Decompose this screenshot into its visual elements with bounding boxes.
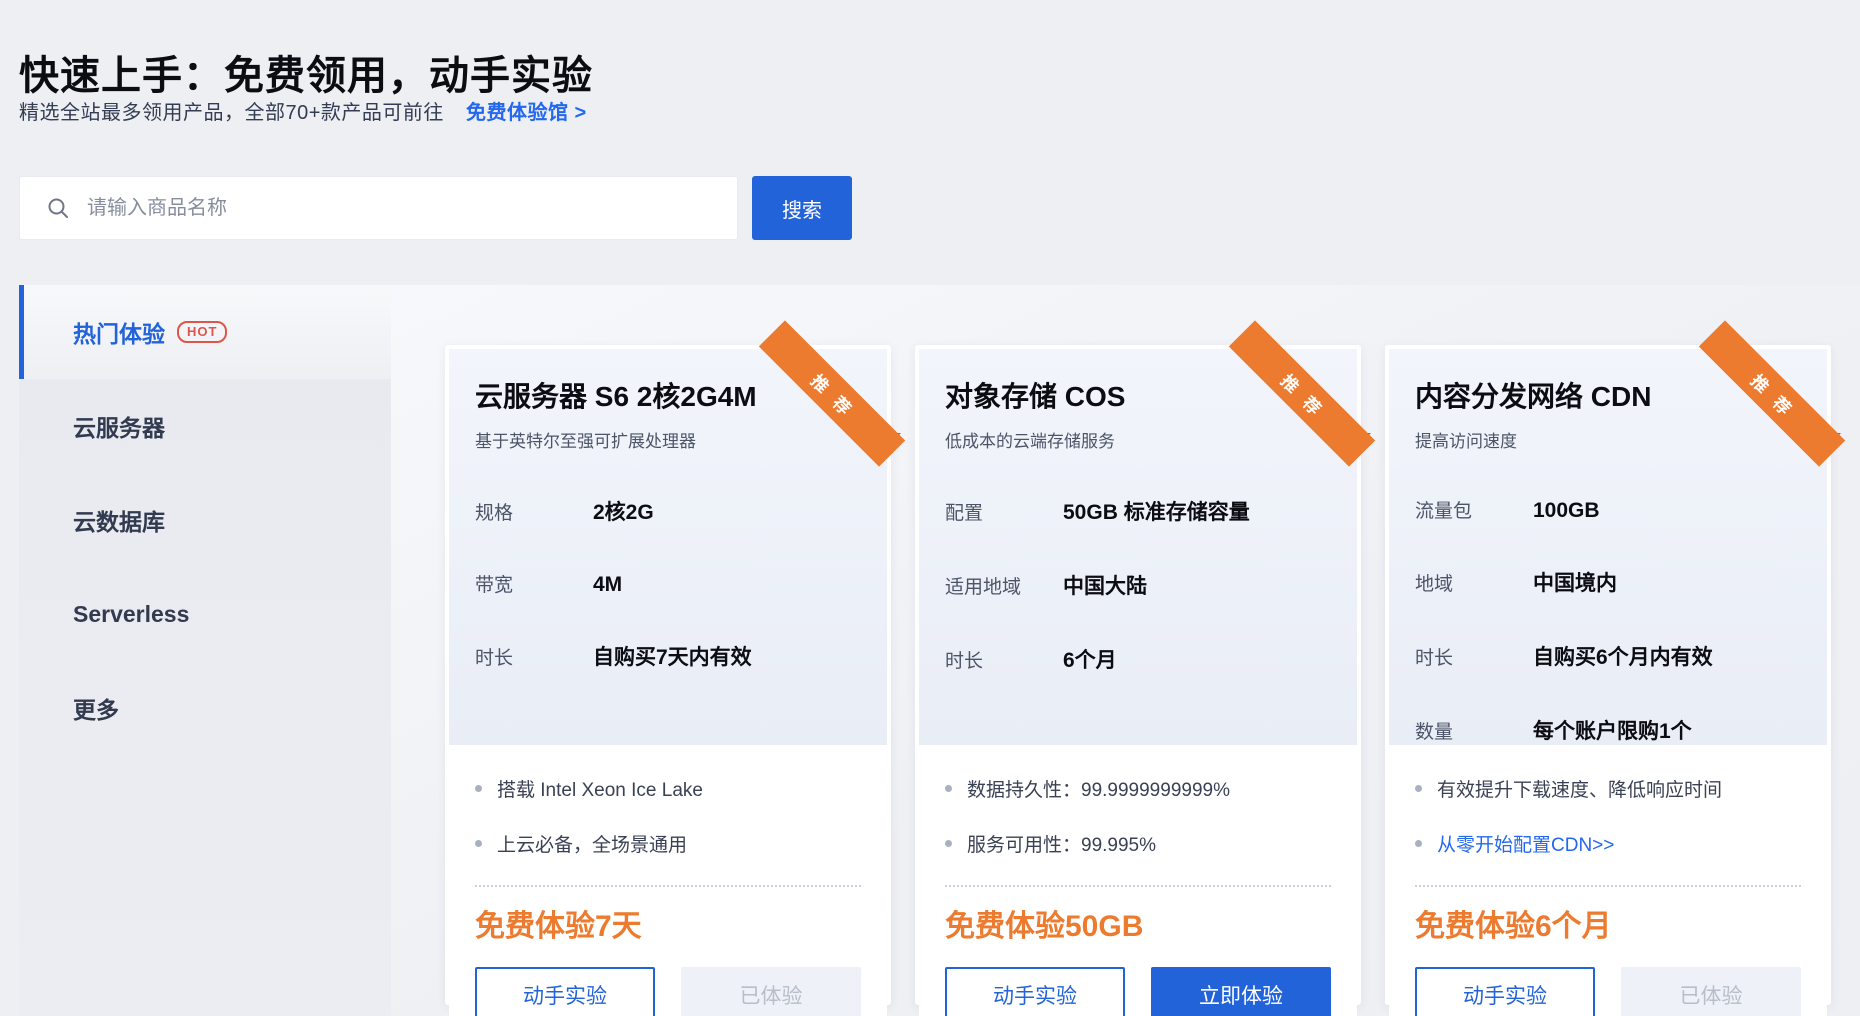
spec-label: 时长 xyxy=(1415,643,1533,670)
spec-row: 带宽 4M xyxy=(475,570,861,597)
product-card-cdn: 推荐 内容分发网络 CDN 提高访问速度 流量包 100GB 地域 中国境内 时… xyxy=(1385,345,1831,1005)
spec-row: 数量 每个账户限购1个 xyxy=(1415,715,1801,745)
hands-on-lab-button[interactable]: 动手实验 xyxy=(475,967,655,1016)
card-body: 数据持久性：99.9999999999% 服务可用性：99.995% 免费体验5… xyxy=(919,745,1357,1016)
bullet-dot-icon xyxy=(1415,840,1422,847)
spec-label: 时长 xyxy=(475,643,593,670)
hot-badge: HOT xyxy=(177,321,227,343)
sidebar-item-hot[interactable]: 热门体验 HOT xyxy=(19,285,391,379)
product-card-cvm: 推荐 云服务器 S6 2核2G4M 基于英特尔至强可扩展处理器 规格 2核2G … xyxy=(445,345,891,1005)
sidebar-item-label: 云数据库 xyxy=(73,503,165,537)
feature-bullet: 服务可用性：99.995% xyxy=(945,830,1331,857)
sidebar-item-more[interactable]: 更多 xyxy=(19,661,391,755)
card-subtitle: 提高访问速度 xyxy=(1415,427,1801,452)
spec-value: 50GB 标准存储容量 xyxy=(1063,496,1250,526)
spec-label: 数量 xyxy=(1415,717,1533,744)
card-body: 搭载 Intel Xeon Ice Lake 上云必备，全场景通用 免费体验7天… xyxy=(449,745,887,1016)
page-subtitle: 精选全站最多领用产品，全部70+款产品可前往 免费体验馆 > xyxy=(19,96,587,125)
bullet-text: 服务可用性：99.995% xyxy=(967,830,1156,857)
spec-value: 自购买7天内有效 xyxy=(593,641,752,671)
card-actions: 动手实验 立即体验 xyxy=(945,967,1331,1016)
bullet-dot-icon xyxy=(945,840,952,847)
try-now-button[interactable]: 立即体验 xyxy=(1151,967,1331,1016)
feature-bullet: 从零开始配置CDN>> xyxy=(1415,830,1801,857)
spec-label: 地域 xyxy=(1415,569,1533,596)
sidebar-item-cvm[interactable]: 云服务器 xyxy=(19,379,391,473)
category-sidebar: 热门体验 HOT 云服务器 云数据库 Serverless 更多 xyxy=(19,285,391,1016)
spec-label: 规格 xyxy=(475,498,593,525)
spec-label: 配置 xyxy=(945,498,1063,525)
free-trial-hall-link[interactable]: 免费体验馆 > xyxy=(466,102,587,124)
spec-label: 带宽 xyxy=(475,570,593,597)
bullet-text: 上云必备，全场景通用 xyxy=(497,830,687,857)
spec-value: 6个月 xyxy=(1063,644,1117,674)
spec-row: 时长 自购买7天内有效 xyxy=(475,641,861,671)
bullet-dot-icon xyxy=(1415,785,1422,792)
dotted-divider xyxy=(1415,885,1801,887)
card-actions: 动手实验 已体验 xyxy=(475,967,861,1016)
spec-row: 配置 50GB 标准存储容量 xyxy=(945,496,1331,526)
card-subtitle: 基于英特尔至强可扩展处理器 xyxy=(475,427,861,452)
spec-value: 每个账户限购1个 xyxy=(1533,715,1692,745)
sidebar-item-serverless[interactable]: Serverless xyxy=(19,567,391,661)
spec-label: 适用地域 xyxy=(945,572,1063,599)
configure-cdn-link[interactable]: 从零开始配置CDN>> xyxy=(1437,830,1614,857)
sidebar-item-label: 更多 xyxy=(73,691,119,725)
spec-row: 流量包 100GB xyxy=(1415,496,1801,523)
spec-value: 自购买6个月内有效 xyxy=(1533,641,1713,671)
product-card-cos: 推荐 对象存储 COS 低成本的云端存储服务 配置 50GB 标准存储容量 适用… xyxy=(915,345,1361,1005)
spec-list: 配置 50GB 标准存储容量 适用地域 中国大陆 时长 6个月 xyxy=(945,496,1331,674)
sidebar-item-label: Serverless xyxy=(73,601,189,628)
spec-row: 时长 自购买6个月内有效 xyxy=(1415,641,1801,671)
spec-value: 100GB xyxy=(1533,499,1600,523)
spec-value: 2核2G xyxy=(593,496,654,526)
sidebar-item-label: 云服务器 xyxy=(73,409,165,443)
search-bar: 搜索 xyxy=(19,176,852,240)
feature-bullet: 搭载 Intel Xeon Ice Lake xyxy=(475,775,861,802)
dotted-divider xyxy=(475,885,861,887)
sidebar-item-clouddb[interactable]: 云数据库 xyxy=(19,473,391,567)
search-box[interactable] xyxy=(19,176,738,240)
promo-text: 免费体验50GB xyxy=(945,901,1331,945)
search-input[interactable] xyxy=(85,196,737,221)
bullet-text: 有效提升下载速度、降低响应时间 xyxy=(1437,775,1722,802)
spec-value: 4M xyxy=(593,573,622,597)
promo-text: 免费体验6个月 xyxy=(1415,901,1801,945)
search-button[interactable]: 搜索 xyxy=(752,176,852,240)
spec-label: 时长 xyxy=(945,646,1063,673)
spec-list: 流量包 100GB 地域 中国境内 时长 自购买6个月内有效 数量 每个账户限购… xyxy=(1415,496,1801,745)
bullet-text: 数据持久性：99.9999999999% xyxy=(967,775,1230,802)
search-icon xyxy=(46,196,70,220)
feature-bullet: 数据持久性：99.9999999999% xyxy=(945,775,1331,802)
subtitle-text: 精选全站最多领用产品，全部70+款产品可前往 xyxy=(19,102,444,124)
spec-list: 规格 2核2G 带宽 4M 时长 自购买7天内有效 xyxy=(475,496,861,671)
spec-row: 适用地域 中国大陆 xyxy=(945,570,1331,600)
spec-row: 规格 2核2G xyxy=(475,496,861,526)
feature-bullet: 上云必备，全场景通用 xyxy=(475,830,861,857)
feature-bullet: 有效提升下载速度、降低响应时间 xyxy=(1415,775,1801,802)
hands-on-lab-button[interactable]: 动手实验 xyxy=(1415,967,1595,1016)
spec-row: 时长 6个月 xyxy=(945,644,1331,674)
bullet-dot-icon xyxy=(475,785,482,792)
spec-label: 流量包 xyxy=(1415,496,1533,523)
card-subtitle: 低成本的云端存储服务 xyxy=(945,427,1331,452)
card-actions: 动手实验 已体验 xyxy=(1415,967,1801,1016)
spec-value: 中国大陆 xyxy=(1063,570,1147,600)
card-body: 有效提升下载速度、降低响应时间 从零开始配置CDN>> 免费体验6个月 动手实验… xyxy=(1389,745,1827,1016)
already-tried-button: 已体验 xyxy=(681,967,861,1016)
hands-on-lab-button[interactable]: 动手实验 xyxy=(945,967,1125,1016)
spec-value: 中国境内 xyxy=(1533,567,1617,597)
promo-text: 免费体验7天 xyxy=(475,901,861,945)
bullet-dot-icon xyxy=(945,785,952,792)
bullet-dot-icon xyxy=(475,840,482,847)
page-title: 快速上手：免费领用，动手实验 xyxy=(19,43,593,101)
bullet-text: 搭载 Intel Xeon Ice Lake xyxy=(497,775,703,802)
already-tried-button: 已体验 xyxy=(1621,967,1801,1016)
product-card-list: 推荐 云服务器 S6 2核2G4M 基于英特尔至强可扩展处理器 规格 2核2G … xyxy=(445,345,1831,1005)
dotted-divider xyxy=(945,885,1331,887)
sidebar-item-label: 热门体验 xyxy=(73,315,165,349)
spec-row: 地域 中国境内 xyxy=(1415,567,1801,597)
